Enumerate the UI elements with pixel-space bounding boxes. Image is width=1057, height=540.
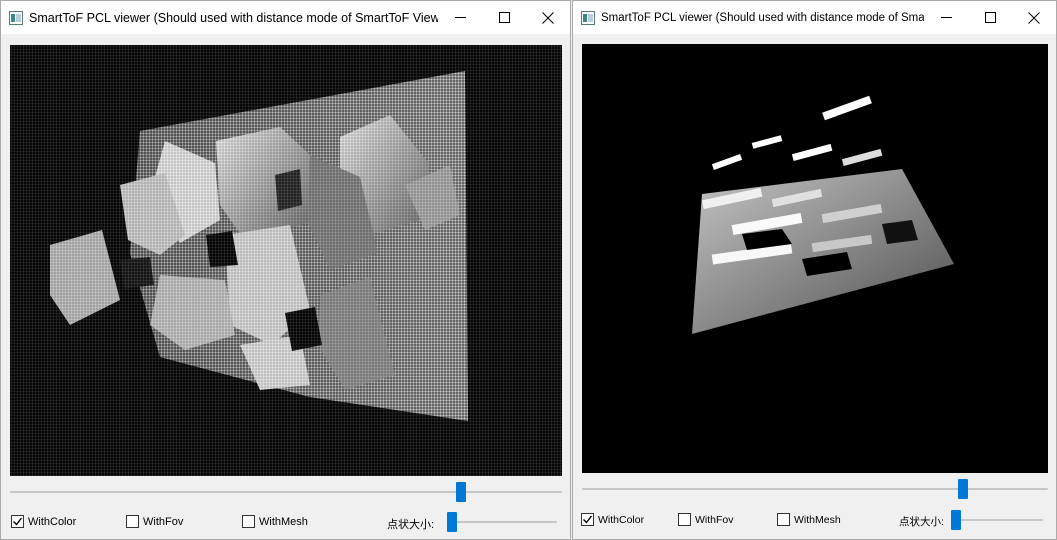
checkbox-label: WithColor [28,515,77,528]
point-cloud-render [10,45,562,476]
withfov-checkbox[interactable]: WithFov [678,513,734,526]
minimize-icon [454,17,466,18]
checkbox-label: WithColor [598,513,645,526]
maximize-icon [498,12,510,23]
main-slider[interactable] [10,482,562,502]
checkbox-label: WithMesh [259,515,308,528]
options-bar: WithColor WithFov WithMesh 点状大小: [1,511,570,533]
checkbox-label: WithMesh [794,513,841,526]
point-cloud-render [692,95,954,334]
slider-track [10,491,562,493]
checkbox-box[interactable] [242,515,255,528]
maximize-icon [984,12,996,23]
window-title: SmartToF PCL viewer (Should used with di… [601,11,924,24]
title-bar[interactable]: SmartToF PCL viewer (Should used with di… [1,1,570,34]
close-button[interactable] [1012,1,1056,34]
app-window-icon [581,10,595,25]
slider-handle[interactable] [447,512,457,532]
minimize-button[interactable] [438,1,482,34]
slider-track [582,488,1048,490]
checkbox-label: WithFov [695,513,734,526]
checkbox-label: WithFov [143,515,184,528]
close-icon [542,11,554,24]
pcl-viewer-window-right: SmartToF PCL viewer (Should used with di… [572,0,1057,540]
minimize-icon [940,17,952,18]
title-bar[interactable]: SmartToF PCL viewer (Should used with di… [573,1,1056,34]
withfov-checkbox[interactable]: WithFov [126,515,183,528]
main-slider[interactable] [582,479,1048,499]
slider-handle[interactable] [951,510,961,530]
withmesh-checkbox[interactable]: WithMesh [777,513,841,526]
app-window-icon [9,10,23,25]
checkbox-box[interactable] [11,515,24,528]
point-cloud-viewport[interactable] [10,45,562,476]
maximize-button[interactable] [482,1,526,34]
check-icon [13,517,23,526]
pcl-viewer-window-left: SmartToF PCL viewer (Should used with di… [0,0,571,540]
withmesh-checkbox[interactable]: WithMesh [242,515,308,528]
maximize-button[interactable] [968,1,1012,34]
checkbox-box[interactable] [777,513,790,526]
point-size-label: 点状大小: [899,516,944,528]
slider-track [447,521,557,523]
options-bar: WithColor WithFov WithMesh 点状大小: [573,509,1056,531]
check-icon [583,515,593,524]
window-title: SmartToF PCL viewer (Should used with di… [29,10,438,25]
withcolor-checkbox[interactable]: WithColor [11,515,76,528]
checkbox-box[interactable] [126,515,139,528]
minimize-button[interactable] [924,1,968,34]
close-button[interactable] [526,1,570,34]
checkbox-box[interactable] [581,513,594,526]
point-size-slider[interactable] [951,510,1043,530]
slider-handle[interactable] [456,482,466,502]
point-cloud-viewport[interactable] [582,44,1048,473]
slider-handle[interactable] [958,479,968,499]
point-size-slider[interactable] [447,512,557,532]
withcolor-checkbox[interactable]: WithColor [581,513,644,526]
close-icon [1028,11,1040,24]
checkbox-box[interactable] [678,513,691,526]
slider-track [951,519,1043,521]
point-size-label: 点状大小: [387,519,435,531]
